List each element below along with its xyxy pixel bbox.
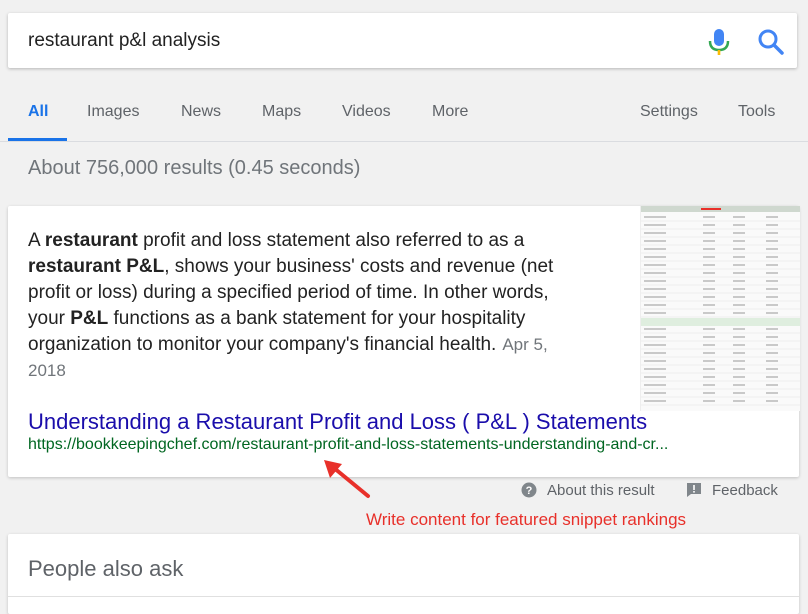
tab-maps[interactable]: Maps (262, 103, 301, 121)
tab-news[interactable]: News (181, 103, 221, 121)
paa-divider (8, 596, 799, 597)
search-box[interactable]: restaurant p&l analysis (8, 13, 797, 68)
snippet-bold-term: restaurant (44, 230, 138, 251)
result-stats: About 756,000 results (0.45 seconds) (28, 157, 361, 179)
people-also-ask: People also ask (8, 534, 799, 614)
search-input[interactable]: restaurant p&l analysis (28, 30, 220, 52)
microphone-icon[interactable] (706, 27, 732, 57)
tab-more[interactable]: More (432, 103, 468, 121)
result-title-link[interactable]: Understanding a Restaurant Profit and Lo… (28, 409, 647, 435)
people-also-ask-title: People also ask (28, 556, 184, 581)
feedback-link[interactable]: Feedback (686, 482, 778, 499)
search-tabs: All Images News Maps Videos More Setting… (0, 95, 808, 141)
svg-text:?: ? (526, 485, 533, 497)
annotation-text: Write content for featured snippet ranki… (366, 510, 687, 529)
snippet-thumbnail[interactable] (640, 206, 800, 411)
snippet-bold-term: P&L (70, 308, 109, 329)
feedback-icon (687, 483, 701, 497)
tab-tools[interactable]: Tools (738, 103, 775, 121)
help-icon: ? (521, 482, 537, 498)
about-this-result-label: About this result (547, 482, 655, 499)
snippet-text-segment: profit and loss statement also referred … (137, 230, 525, 251)
tab-settings[interactable]: Settings (640, 103, 698, 121)
tabs-divider (0, 141, 808, 142)
snippet-text-segment: A (28, 230, 45, 251)
annotation-arrow-icon (324, 460, 370, 498)
feedback-label: Feedback (712, 482, 778, 499)
spreadsheet-thumbnail-image (641, 206, 800, 406)
snippet-bold-term: restaurant P&L (28, 256, 165, 277)
tab-all[interactable]: All (28, 103, 48, 121)
result-url[interactable]: https://bookkeepingchef.com/restaurant-p… (28, 436, 668, 454)
about-this-result-link[interactable]: ? About this result (521, 482, 655, 499)
tab-images[interactable]: Images (87, 103, 139, 121)
tab-videos[interactable]: Videos (342, 103, 391, 121)
search-icon[interactable] (757, 28, 785, 56)
featured-snippet: A restaurant profit and loss statement a… (8, 206, 800, 477)
snippet-text: A restaurant profit and loss statement a… (28, 228, 588, 384)
